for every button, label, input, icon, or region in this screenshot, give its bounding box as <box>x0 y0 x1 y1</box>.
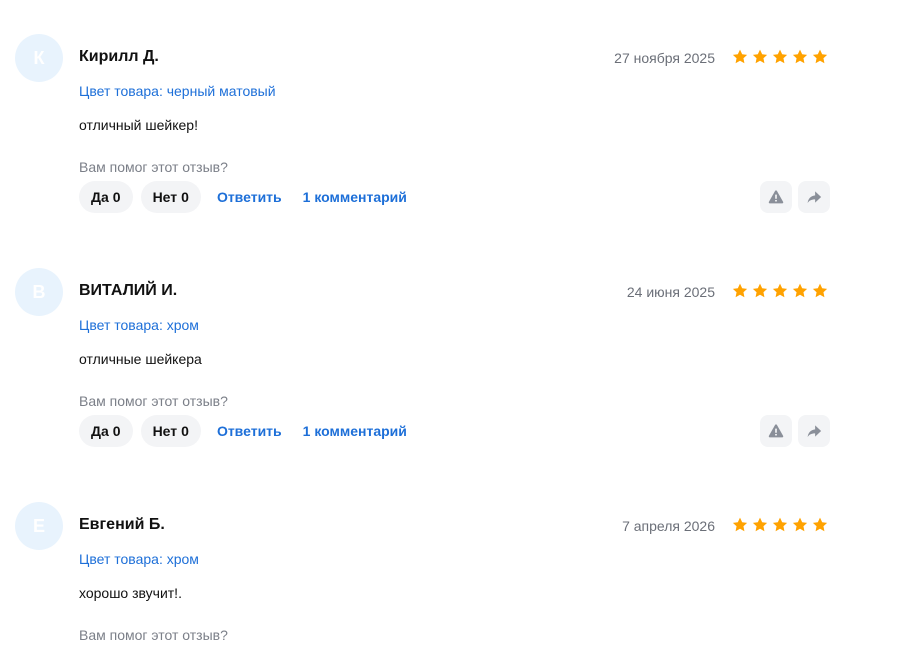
review-date: 27 ноября 2025 <box>614 50 715 66</box>
share-arrow-icon <box>807 425 822 437</box>
report-button[interactable] <box>760 181 792 213</box>
star-icon <box>792 283 808 298</box>
avatar: К <box>15 34 63 82</box>
star-icon <box>732 283 748 298</box>
star-icon <box>752 283 768 298</box>
helpful-no-button[interactable]: Нет 0 <box>140 181 201 213</box>
no-label: Нет <box>152 189 178 205</box>
review-text: отличные шейкера <box>79 351 202 367</box>
review-actions: Да 0 Нет 0 Ответить 1 комментарий <box>79 181 420 213</box>
comments-link[interactable]: 1 комментарий <box>303 189 407 205</box>
helpful-yes-button[interactable]: Да 0 <box>79 415 133 447</box>
report-button[interactable] <box>760 415 792 447</box>
star-icon <box>792 49 808 64</box>
review-text: отличный шейкер! <box>79 117 198 133</box>
reviewer-name: ВИТАЛИЙ И. <box>79 282 178 299</box>
warning-icon <box>768 424 784 438</box>
no-count: 0 <box>181 423 189 439</box>
review-text: хорошо звучит!. <box>79 585 182 601</box>
reviewer-name: Евгений Б. <box>79 516 165 533</box>
star-icon <box>752 517 768 532</box>
review-card: В ВИТАЛИЙ И. 24 июня 2025 Цвет товара: х… <box>0 268 911 502</box>
yes-count: 0 <box>112 423 121 439</box>
share-button[interactable] <box>798 181 830 213</box>
helpful-question: Вам помог этот отзыв? <box>79 159 228 175</box>
rating-stars <box>731 282 829 300</box>
reply-link[interactable]: Ответить <box>217 423 282 439</box>
star-icon <box>812 49 828 64</box>
yes-label: Да <box>91 189 109 205</box>
yes-label: Да <box>91 423 109 439</box>
star-icon <box>772 517 788 532</box>
product-color: Цвет товара: хром <box>79 551 199 567</box>
star-icon <box>812 517 828 532</box>
share-button[interactable] <box>798 415 830 447</box>
helpful-question: Вам помог этот отзыв? <box>79 393 228 409</box>
product-color: Цвет товара: хром <box>79 317 199 333</box>
helpful-question: Вам помог этот отзыв? <box>79 627 228 643</box>
review-date: 7 апреля 2026 <box>622 518 715 534</box>
star-icon <box>752 49 768 64</box>
review-date: 24 июня 2025 <box>626 284 715 300</box>
reviewer-name: Кирилл Д. <box>79 48 159 65</box>
product-color: Цвет товара: черный матовый <box>79 83 276 99</box>
star-icon <box>772 49 788 64</box>
star-icon <box>732 49 748 64</box>
review-card: К Кирилл Д. 27 ноября 2025 Цвет товара: … <box>0 34 911 268</box>
star-icon <box>772 283 788 298</box>
helpful-no-button[interactable]: Нет 0 <box>140 415 201 447</box>
yes-count: 0 <box>112 189 121 205</box>
star-icon <box>792 517 808 532</box>
star-icon <box>812 283 828 298</box>
avatar: В <box>15 268 63 316</box>
share-arrow-icon <box>807 191 822 203</box>
review-actions: Да 0 Нет 0 Ответить 1 комментарий <box>79 415 420 447</box>
no-count: 0 <box>181 189 189 205</box>
review-card: Е Евгений Б. 7 апреля 2026 Цвет товара: … <box>0 502 911 647</box>
avatar: Е <box>15 502 63 550</box>
reply-link[interactable]: Ответить <box>217 189 282 205</box>
helpful-yes-button[interactable]: Да 0 <box>79 181 133 213</box>
star-icon <box>732 517 748 532</box>
rating-stars <box>731 48 829 66</box>
comments-link[interactable]: 1 комментарий <box>303 423 407 439</box>
warning-icon <box>768 190 784 204</box>
rating-stars <box>731 516 829 534</box>
no-label: Нет <box>152 423 178 439</box>
